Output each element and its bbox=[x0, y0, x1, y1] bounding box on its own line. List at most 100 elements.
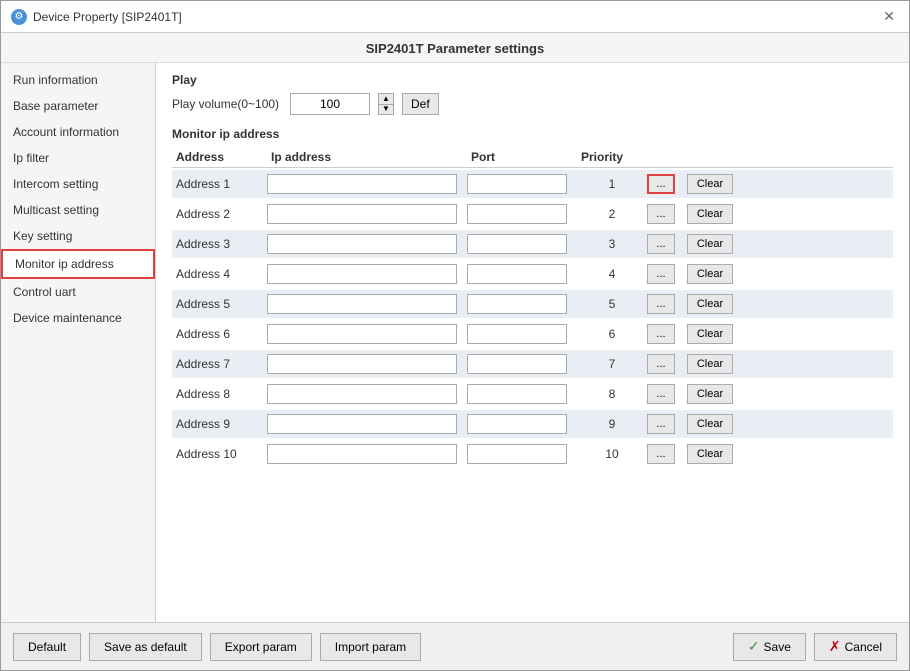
sidebar-item-device-maintenance[interactable]: Device maintenance bbox=[1, 305, 155, 331]
addr-dots-btn-4[interactable]: ... bbox=[647, 264, 675, 284]
addr-dots-btn-8[interactable]: ... bbox=[647, 384, 675, 404]
addr-ip-cell-6 bbox=[267, 324, 467, 344]
address-row-9: Address 9 9 ... Clear bbox=[172, 410, 893, 438]
addr-label-2: Address 2 bbox=[172, 207, 267, 221]
addr-ip-input-7[interactable] bbox=[267, 354, 457, 374]
addr-label-1: Address 1 bbox=[172, 177, 267, 191]
addr-clear-btn-10[interactable]: Clear bbox=[687, 444, 733, 464]
addr-dots-btn-5[interactable]: ... bbox=[647, 294, 675, 314]
addr-dots-btn-6[interactable]: ... bbox=[647, 324, 675, 344]
addr-ip-input-2[interactable] bbox=[267, 204, 457, 224]
monitor-section-title: Monitor ip address bbox=[172, 127, 893, 141]
addr-port-input-7[interactable] bbox=[467, 354, 567, 374]
import-param-button[interactable]: Import param bbox=[320, 633, 421, 661]
addr-dots-cell-1: ... bbox=[647, 174, 687, 194]
addr-clear-btn-6[interactable]: Clear bbox=[687, 324, 733, 344]
save-as-default-button[interactable]: Save as default bbox=[89, 633, 202, 661]
save-button[interactable]: ✓ Save bbox=[733, 633, 806, 661]
addr-clear-btn-2[interactable]: Clear bbox=[687, 204, 733, 224]
sidebar-item-base-parameter[interactable]: Base parameter bbox=[1, 93, 155, 119]
sidebar-item-key-setting[interactable]: Key setting bbox=[1, 223, 155, 249]
addr-port-input-3[interactable] bbox=[467, 234, 567, 254]
addr-clear-btn-8[interactable]: Clear bbox=[687, 384, 733, 404]
close-button[interactable]: ✕ bbox=[879, 8, 899, 25]
addr-ip-cell-7 bbox=[267, 354, 467, 374]
addr-dots-cell-6: ... bbox=[647, 324, 687, 344]
addr-ip-input-8[interactable] bbox=[267, 384, 457, 404]
addr-priority-5: 5 bbox=[577, 297, 647, 311]
addr-clear-btn-4[interactable]: Clear bbox=[687, 264, 733, 284]
addr-port-cell-6 bbox=[467, 324, 577, 344]
cancel-button[interactable]: ✗ Cancel bbox=[814, 633, 897, 661]
spin-up[interactable]: ▲ bbox=[379, 94, 393, 105]
addr-label-9: Address 9 bbox=[172, 417, 267, 431]
addr-ip-input-4[interactable] bbox=[267, 264, 457, 284]
addr-ip-cell-3 bbox=[267, 234, 467, 254]
play-volume-input[interactable] bbox=[290, 93, 370, 115]
col-clear bbox=[687, 150, 742, 164]
cancel-cross-icon: ✗ bbox=[829, 638, 841, 655]
sidebar-item-monitor-ip-address[interactable]: Monitor ip address bbox=[1, 249, 155, 279]
col-dots bbox=[647, 150, 687, 164]
addr-port-cell-7 bbox=[467, 354, 577, 374]
addr-clear-btn-9[interactable]: Clear bbox=[687, 414, 733, 434]
addr-clear-btn-1[interactable]: Clear bbox=[687, 174, 733, 194]
addr-ip-input-6[interactable] bbox=[267, 324, 457, 344]
table-header: Address Ip address Port Priority bbox=[172, 147, 893, 168]
addr-priority-6: 6 bbox=[577, 327, 647, 341]
addr-clear-cell-6: Clear bbox=[687, 324, 742, 344]
addr-dots-btn-2[interactable]: ... bbox=[647, 204, 675, 224]
addr-ip-cell-9 bbox=[267, 414, 467, 434]
addr-clear-cell-4: Clear bbox=[687, 264, 742, 284]
addr-port-cell-3 bbox=[467, 234, 577, 254]
addr-dots-btn-1[interactable]: ... bbox=[647, 174, 675, 194]
addr-clear-cell-5: Clear bbox=[687, 294, 742, 314]
address-row-3: Address 3 3 ... Clear bbox=[172, 230, 893, 258]
save-check-icon: ✓ bbox=[748, 638, 760, 655]
addr-priority-1: 1 bbox=[577, 177, 647, 191]
addr-port-input-2[interactable] bbox=[467, 204, 567, 224]
addr-priority-7: 7 bbox=[577, 357, 647, 371]
sidebar-item-multicast-setting[interactable]: Multicast setting bbox=[1, 197, 155, 223]
addr-port-input-6[interactable] bbox=[467, 324, 567, 344]
def-button[interactable]: Def bbox=[402, 93, 439, 115]
addr-priority-3: 3 bbox=[577, 237, 647, 251]
addr-clear-btn-5[interactable]: Clear bbox=[687, 294, 733, 314]
sidebar-item-ip-filter[interactable]: Ip filter bbox=[1, 145, 155, 171]
addr-ip-input-5[interactable] bbox=[267, 294, 457, 314]
sidebar-item-intercom-setting[interactable]: Intercom setting bbox=[1, 171, 155, 197]
addr-port-input-10[interactable] bbox=[467, 444, 567, 464]
main-window: ⚙ Device Property [SIP2401T] ✕ SIP2401T … bbox=[0, 0, 910, 671]
addr-ip-input-10[interactable] bbox=[267, 444, 457, 464]
sidebar-item-control-uart[interactable]: Control uart bbox=[1, 279, 155, 305]
addr-ip-input-3[interactable] bbox=[267, 234, 457, 254]
addr-port-input-5[interactable] bbox=[467, 294, 567, 314]
addr-clear-btn-3[interactable]: Clear bbox=[687, 234, 733, 254]
address-row-6: Address 6 6 ... Clear bbox=[172, 320, 893, 348]
addr-port-input-9[interactable] bbox=[467, 414, 567, 434]
addr-clear-btn-7[interactable]: Clear bbox=[687, 354, 733, 374]
addr-ip-input-1[interactable] bbox=[267, 174, 457, 194]
addr-dots-btn-3[interactable]: ... bbox=[647, 234, 675, 254]
addr-dots-cell-9: ... bbox=[647, 414, 687, 434]
addr-port-input-8[interactable] bbox=[467, 384, 567, 404]
spin-down[interactable]: ▼ bbox=[379, 105, 393, 115]
addr-priority-8: 8 bbox=[577, 387, 647, 401]
sidebar-item-account-information[interactable]: Account information bbox=[1, 119, 155, 145]
addr-port-input-4[interactable] bbox=[467, 264, 567, 284]
addr-dots-cell-7: ... bbox=[647, 354, 687, 374]
sidebar-item-run-information[interactable]: Run information bbox=[1, 67, 155, 93]
addr-ip-input-9[interactable] bbox=[267, 414, 457, 434]
addr-port-cell-2 bbox=[467, 204, 577, 224]
addr-dots-btn-10[interactable]: ... bbox=[647, 444, 675, 464]
footer-left: Default Save as default Export param Imp… bbox=[13, 633, 421, 661]
addr-port-input-1[interactable] bbox=[467, 174, 567, 194]
play-volume-spinner[interactable]: ▲ ▼ bbox=[378, 93, 394, 115]
addr-priority-4: 4 bbox=[577, 267, 647, 281]
default-button[interactable]: Default bbox=[13, 633, 81, 661]
addr-clear-cell-9: Clear bbox=[687, 414, 742, 434]
addr-dots-btn-9[interactable]: ... bbox=[647, 414, 675, 434]
addr-clear-cell-1: Clear bbox=[687, 174, 742, 194]
addr-dots-btn-7[interactable]: ... bbox=[647, 354, 675, 374]
export-param-button[interactable]: Export param bbox=[210, 633, 312, 661]
